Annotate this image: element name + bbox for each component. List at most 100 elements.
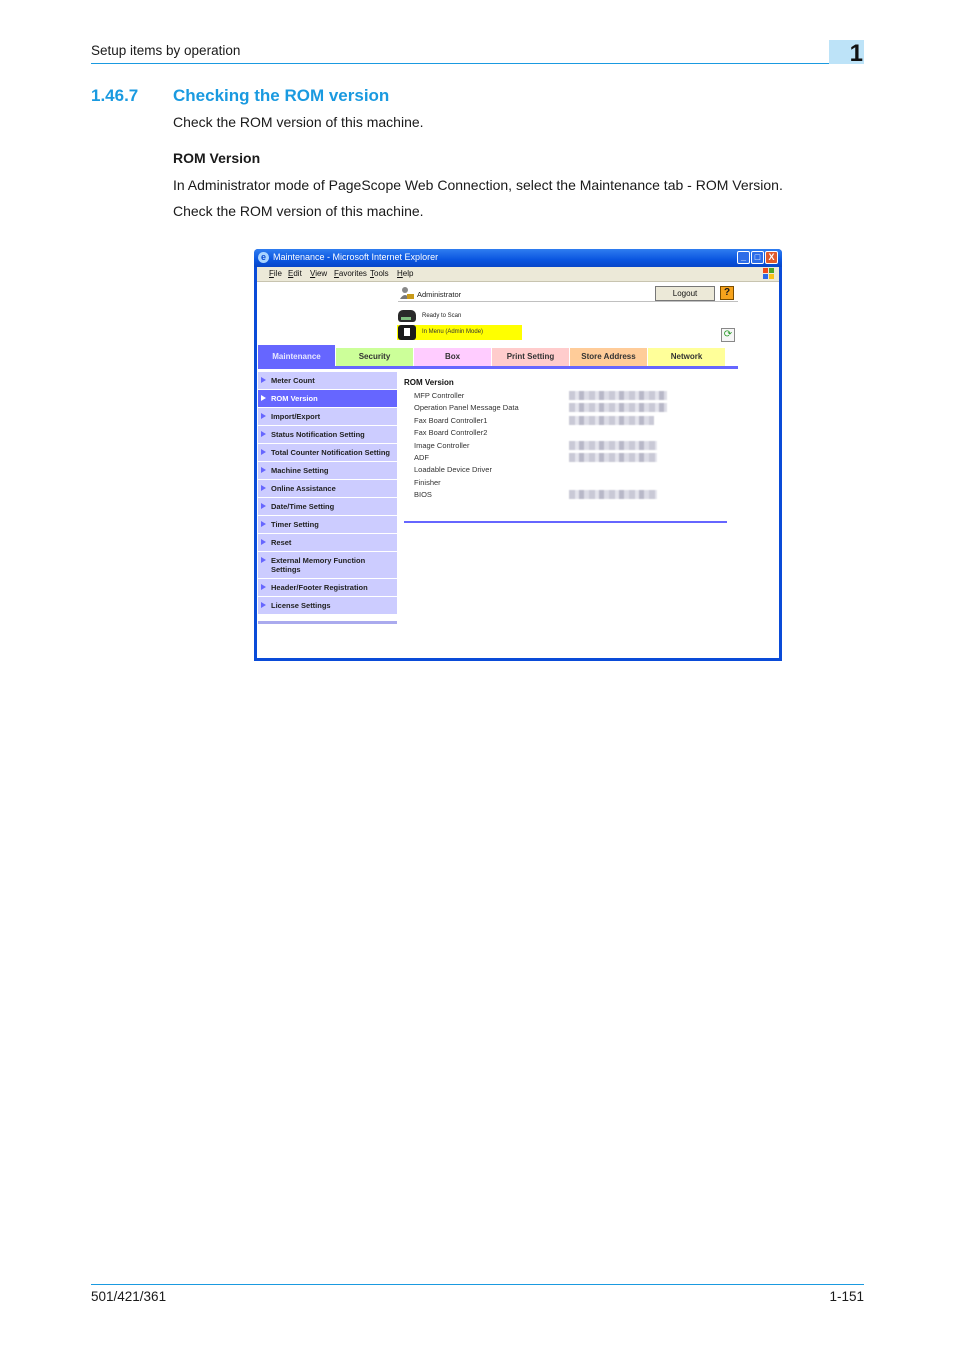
rom-label: Loadable Device Driver	[414, 465, 492, 475]
sidebar-item-label: Machine Setting	[271, 466, 329, 475]
rom-label: ADF	[414, 452, 429, 462]
rom-label: Image Controller	[414, 440, 470, 450]
tab-security[interactable]: Security	[336, 348, 413, 366]
rom-value-blurred	[569, 452, 657, 462]
sidebar-item-timer-setting[interactable]: Timer Setting	[258, 516, 397, 534]
sidebar-item-header-footer[interactable]: Header/Footer Registration	[258, 579, 397, 597]
sidebar-item-label: ROM Version	[271, 394, 318, 403]
sidebar-item-online-assistance[interactable]: Online Assistance	[258, 480, 397, 498]
scan-status-text: Ready to Scan	[422, 313, 462, 319]
tab-network[interactable]: Network	[648, 348, 725, 366]
rom-row: Operation Panel Message Data	[404, 403, 727, 415]
arrow-icon	[261, 503, 266, 509]
printer-icon	[398, 325, 416, 340]
sidebar-item-import-export[interactable]: Import/Export	[258, 408, 397, 426]
sidebar-item-label: Status Notification Setting	[271, 430, 365, 439]
sidebar-item-date-time[interactable]: Date/Time Setting	[258, 498, 397, 516]
tab-underline	[258, 366, 738, 369]
scan-status: Ready to Scan	[397, 310, 577, 324]
sidebar-item-label: Import/Export	[271, 412, 321, 421]
chapter-tab: 1	[829, 40, 864, 67]
instruction-text-2: Check the ROM version of this machine.	[173, 203, 424, 219]
mode-status-text: In Menu (Admin Mode)	[422, 329, 484, 335]
logout-button[interactable]: Logout	[655, 286, 715, 301]
admin-bar: Administrator Logout ?	[398, 284, 738, 302]
browser-window: e Maintenance - Microsoft Internet Explo…	[254, 249, 782, 661]
page-footer: 501/421/361 1-151	[91, 1284, 864, 1304]
sidebar-item-machine-setting[interactable]: Machine Setting	[258, 462, 397, 480]
rom-label: MFP Controller	[414, 391, 465, 400]
sidebar-item-meter-count[interactable]: Meter Count	[258, 372, 397, 390]
arrow-icon	[261, 449, 266, 455]
sidebar: Meter Count ROM Version Import/Export St…	[258, 372, 397, 624]
page-viewport: Administrator Logout ? Ready to Scan In …	[257, 282, 779, 658]
sidebar-item-label: Meter Count	[271, 376, 315, 385]
arrow-icon	[261, 539, 266, 545]
sidebar-item-label: Online Assistance	[271, 484, 336, 493]
ie-icon: e	[258, 252, 269, 263]
maximize-button[interactable]: □	[751, 251, 764, 264]
close-button[interactable]: X	[765, 251, 778, 264]
help-button[interactable]: ?	[720, 286, 734, 300]
arrow-icon	[261, 413, 266, 419]
sidebar-item-rom-version[interactable]: ROM Version	[258, 390, 397, 408]
running-header: Setup items by operation	[91, 42, 864, 64]
menu-file[interactable]: File	[269, 269, 282, 278]
sidebar-item-reset[interactable]: Reset	[258, 534, 397, 552]
arrow-icon	[261, 467, 266, 473]
footer-page-number: 1-151	[829, 1289, 864, 1304]
arrow-icon	[261, 584, 266, 590]
menu-favorites[interactable]: Favorites	[334, 269, 367, 278]
sidebar-item-label: Reset	[271, 538, 292, 547]
sidebar-item-label: Date/Time Setting	[271, 502, 335, 511]
arrow-icon	[261, 485, 266, 491]
arrow-icon	[261, 521, 266, 527]
rom-row: ADF	[404, 452, 727, 465]
sidebar-item-label: External Memory Function Settings	[271, 556, 366, 574]
tab-print-setting[interactable]: Print Setting	[492, 348, 569, 366]
chapter-number: 1	[849, 40, 863, 67]
rom-label: Operation Panel Message Data	[414, 403, 519, 413]
arrow-icon	[261, 431, 266, 437]
rom-row: Fax Board Controller1	[404, 415, 727, 428]
rom-row: Image Controller	[404, 440, 727, 453]
sidebar-item-total-counter-notification[interactable]: Total Counter Notification Setting	[258, 444, 397, 462]
refresh-button[interactable]: ⟳	[721, 328, 735, 342]
rom-value-blurred	[569, 391, 667, 400]
tab-box[interactable]: Box	[414, 348, 491, 366]
running-header-text: Setup items by operation	[91, 43, 241, 58]
section-title: Checking the ROM version	[173, 86, 390, 105]
mode-status: In Menu (Admin Mode)	[397, 325, 522, 340]
rom-label: BIOS	[414, 490, 432, 500]
subheading: ROM Version	[173, 150, 261, 166]
rom-value-blurred	[569, 403, 667, 413]
menu-edit[interactable]: Edit	[288, 269, 302, 278]
minimize-button[interactable]: _	[737, 251, 750, 264]
rom-version-panel: ROM Version MFP Controller Operation Pan…	[404, 378, 727, 523]
content-title: ROM Version	[404, 378, 454, 387]
rom-value-blurred	[569, 415, 654, 425]
window-title: Maintenance - Microsoft Internet Explore…	[273, 252, 439, 262]
tab-store-address[interactable]: Store Address	[570, 348, 647, 366]
rom-value-blurred	[569, 440, 657, 450]
sidebar-bottom-rule	[258, 621, 397, 624]
tab-bar: Maintenance Security Box Print Setting S…	[258, 345, 738, 366]
title-bar: e Maintenance - Microsoft Internet Explo…	[254, 249, 782, 267]
scanner-icon	[398, 310, 416, 322]
tab-maintenance[interactable]: Maintenance	[258, 345, 335, 366]
administrator-icon	[400, 287, 414, 299]
rom-row: BIOS	[404, 490, 727, 502]
arrow-icon	[261, 557, 266, 563]
rom-row: Loadable Device Driver	[404, 465, 727, 477]
rom-row: Finisher	[404, 478, 727, 490]
sidebar-item-status-notification[interactable]: Status Notification Setting	[258, 426, 397, 444]
sidebar-item-external-memory[interactable]: External Memory Function Settings	[258, 552, 397, 579]
sidebar-item-license-settings[interactable]: License Settings	[258, 597, 397, 615]
sidebar-item-label: Header/Footer Registration	[271, 583, 368, 592]
menu-view[interactable]: View	[310, 269, 327, 278]
rom-label: Fax Board Controller2	[414, 428, 488, 438]
menu-help[interactable]: Help	[397, 269, 413, 278]
rom-label: Finisher	[414, 477, 441, 487]
menu-tools[interactable]: Tools	[370, 269, 389, 278]
menu-bar: File Edit View Favorites Tools Help	[257, 267, 779, 282]
